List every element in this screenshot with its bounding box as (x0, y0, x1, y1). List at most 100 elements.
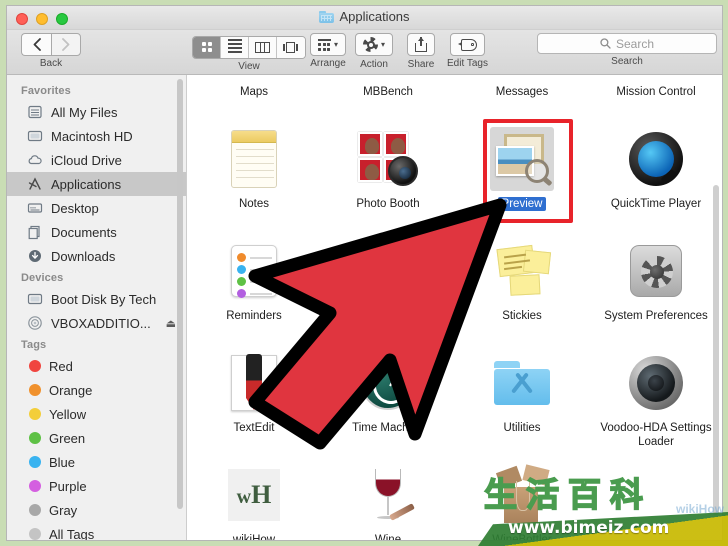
hard-disk-icon (27, 128, 43, 144)
file-item-label: WineBottler (492, 534, 552, 540)
wikihow-icon: wH (222, 463, 286, 527)
file-item-label: wikiHow (232, 534, 276, 540)
share-group: Share (407, 33, 435, 70)
sidebar-item-downloads[interactable]: Downloads (7, 244, 186, 268)
file-item-messages[interactable]: Messages (455, 75, 589, 121)
icon-view-button[interactable] (193, 36, 221, 58)
tag-dot-icon (29, 432, 41, 444)
time-machine-icon (356, 351, 420, 415)
sidebar-item-documents[interactable]: Documents (7, 220, 186, 244)
sidebar-item-tag-red[interactable]: Red (7, 354, 186, 378)
file-item-notes[interactable]: Notes (187, 121, 321, 233)
column-view-button[interactable] (249, 36, 277, 58)
navigation-group: Back (21, 33, 81, 69)
stickies-icon (490, 239, 554, 303)
sidebar-item-label: Applications (51, 176, 122, 192)
file-item-utilities[interactable]: Utilities (455, 345, 589, 457)
sidebar-scrollbar[interactable] (177, 79, 183, 509)
sidebar-item-tag-blue[interactable]: Blue (7, 450, 186, 474)
tag-icon (457, 38, 477, 51)
sidebar-item-tag-yellow[interactable]: Yellow (7, 402, 186, 426)
wikihow-glyph-w: w (236, 486, 252, 508)
file-item-label: Utilities (503, 422, 541, 434)
sidebar-item-label: Desktop (51, 200, 99, 216)
sidebar-item-icloud-drive[interactable]: iCloud Drive (7, 148, 186, 172)
sidebar-item-tag-orange[interactable]: Orange (7, 378, 186, 402)
reminders-icon (222, 239, 286, 303)
file-item-photo-booth[interactable]: Photo Booth (321, 121, 455, 233)
coverflow-view-button[interactable] (277, 36, 305, 58)
file-item-textedit[interactable]: TextEdit (187, 345, 321, 457)
file-item-stickies[interactable]: Stickies (455, 233, 589, 345)
action-button[interactable]: ▾ (355, 33, 394, 56)
sidebar-item-tag-green[interactable]: Green (7, 426, 186, 450)
sidebar-item-applications[interactable]: Applications (7, 172, 186, 196)
file-item-label: Messages (495, 86, 549, 98)
grid-icon (201, 42, 212, 52)
view-mode-segmented-control[interactable] (192, 35, 306, 59)
content-scrollbar[interactable] (713, 185, 719, 515)
back-button[interactable] (21, 33, 51, 56)
sidebar-item-label: Red (49, 358, 73, 374)
eject-icon[interactable]: ⏏ (166, 317, 176, 330)
view-label: View (238, 60, 260, 72)
file-item-quicktime-player[interactable]: QuickTime Player (589, 121, 722, 233)
file-item-label: QuickTime Player (610, 198, 702, 210)
file-item-reminders[interactable]: Reminders (187, 233, 321, 345)
screenshot-root: Applications Back View ▾ Arrange ▾ Actio… (0, 0, 728, 546)
skype-glyph: S (373, 246, 402, 293)
arrange-button[interactable]: ▾ (310, 33, 347, 57)
sidebar-item-macintosh-hd[interactable]: Macintosh HD (7, 124, 186, 148)
file-item-time-machine[interactable]: Time Machine (321, 345, 455, 457)
file-item-winebottler[interactable]: WineBottler (455, 457, 589, 540)
sidebar-item-label: Macintosh HD (51, 128, 133, 144)
file-item-label: System Preferences (604, 310, 708, 322)
file-item-skype[interactable]: S Skype (321, 233, 455, 345)
list-view-button[interactable] (221, 36, 249, 58)
file-item-mission-control[interactable]: Mission Control (589, 75, 722, 121)
sidebar-item-label: VBOXADDITIO... (51, 315, 151, 331)
forward-button[interactable] (51, 33, 81, 56)
system-preferences-icon (624, 239, 688, 303)
all-my-files-icon (27, 104, 43, 120)
disc-icon (27, 315, 43, 331)
file-item-label: MBBench (363, 86, 413, 98)
file-item-wikihow[interactable]: wH wikiHow (187, 457, 321, 540)
documents-icon (27, 224, 43, 240)
file-item-mbbench[interactable]: MBBench (321, 75, 455, 121)
sidebar-item-all-my-files[interactable]: All My Files (7, 100, 186, 124)
sidebar-item-tag-gray[interactable]: Gray (7, 498, 186, 522)
sidebar-item-label: All My Files (51, 104, 118, 120)
edit-tags-label: Edit Tags (447, 58, 488, 69)
window-titlebar: Applications (7, 6, 722, 30)
sidebar-item-tag-all-tags[interactable]: All Tags (7, 522, 186, 540)
sidebar-item-desktop[interactable]: Desktop (7, 196, 186, 220)
tag-dot-icon (29, 360, 41, 372)
edit-tags-group: Edit Tags (447, 33, 488, 69)
list-icon (227, 39, 242, 55)
skype-icon: S (356, 239, 420, 303)
share-label: Share (407, 59, 435, 70)
sidebar-item-boot-disk-by-tech[interactable]: Boot Disk By Tech (7, 287, 186, 311)
file-item-preview[interactable]: Preview (455, 121, 589, 233)
file-item-label: Notes (238, 198, 270, 210)
desktop-icon (27, 200, 43, 216)
sidebar-item-vboxadditions[interactable]: VBOXADDITIO... ⏏ (7, 311, 186, 335)
messages-icon (490, 75, 554, 79)
file-item-system-preferences[interactable]: System Preferences (589, 233, 722, 345)
file-item-maps[interactable]: Maps (187, 75, 321, 121)
tag-dot-icon (29, 528, 41, 540)
columns-icon (255, 41, 270, 53)
file-item-voodoo-hda-settings-loader[interactable]: Voodoo-HDA Settings Loader (589, 345, 722, 457)
sidebar-item-label: Purple (49, 478, 87, 494)
tag-dot-icon (29, 384, 41, 396)
sidebar-item-tag-purple[interactable]: Purple (7, 474, 186, 498)
search-input[interactable]: Search (537, 33, 717, 54)
tag-dot-icon (29, 408, 41, 420)
arrange-group: ▾ Arrange (310, 33, 347, 69)
edit-tags-button[interactable] (449, 33, 485, 56)
file-item-wine[interactable]: Wine (321, 457, 455, 540)
share-button[interactable] (407, 33, 435, 56)
sidebar-item-label: iCloud Drive (51, 152, 122, 168)
arrange-icon (318, 38, 331, 51)
